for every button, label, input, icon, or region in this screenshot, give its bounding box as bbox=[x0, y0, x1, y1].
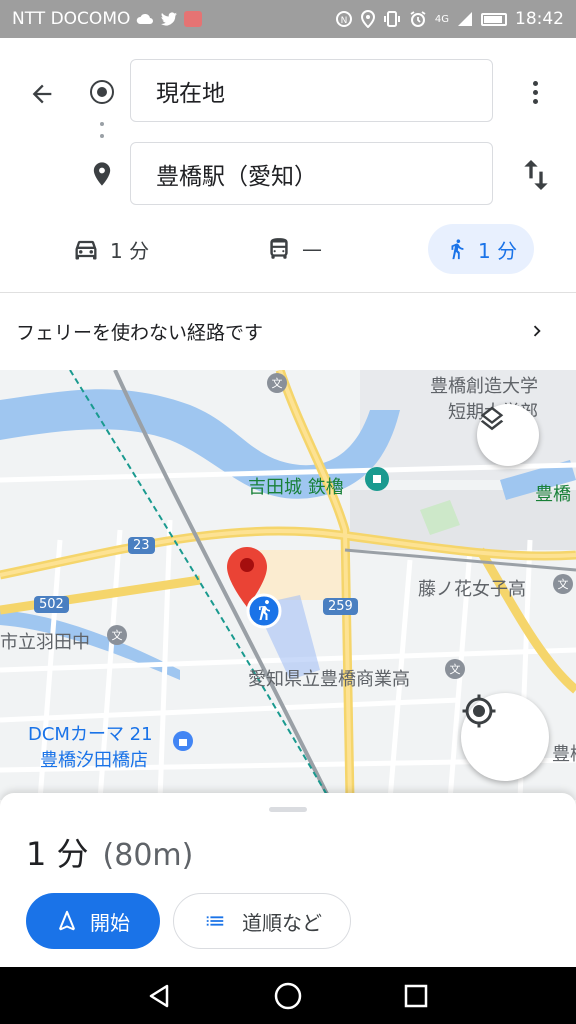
duration-text: 1 分 bbox=[26, 835, 89, 873]
road-shield-259: 259 bbox=[323, 598, 358, 615]
square-recents-icon bbox=[404, 984, 428, 1008]
steps-label: 道順など bbox=[242, 910, 322, 935]
school-poi-icon-2: 文 bbox=[107, 625, 127, 645]
mode-transit-time: — bbox=[302, 237, 322, 261]
svg-text:文: 文 bbox=[558, 577, 569, 591]
network-label: 4G bbox=[434, 13, 449, 25]
travel-modes: 1 分 — 1 分 bbox=[0, 220, 576, 276]
signal-icon bbox=[458, 12, 472, 26]
nfc-icon: N bbox=[335, 11, 352, 27]
map-label-girls-high: 藤ノ花女子高 bbox=[418, 579, 526, 600]
map-label-toyohashi-right: 豊橋 bbox=[535, 484, 571, 505]
nav-recents-button[interactable] bbox=[399, 979, 433, 1013]
distance-text: (80m) bbox=[102, 838, 194, 873]
map-label-dcm2: 豊橋汐田橋店 bbox=[40, 750, 148, 771]
walk-icon bbox=[451, 239, 464, 260]
mail-app-icon bbox=[184, 11, 203, 27]
layers-button[interactable] bbox=[477, 404, 539, 466]
cloud-icon bbox=[137, 13, 154, 24]
battery-icon bbox=[481, 12, 507, 26]
start-navigation-button[interactable]: 開始 bbox=[26, 893, 160, 949]
layers-icon bbox=[480, 406, 504, 431]
map-label-commercial-high: 愛知県立豊橋商業高 bbox=[248, 669, 410, 690]
mode-transit-tab[interactable]: — bbox=[266, 224, 322, 274]
map-label-castle: 吉田城 鉄櫓 bbox=[248, 477, 344, 498]
school-poi-icon-3: 文 bbox=[445, 659, 465, 679]
vibrate-icon bbox=[383, 11, 400, 27]
start-label: 開始 bbox=[90, 910, 130, 935]
navigation-arrow-icon bbox=[59, 910, 75, 931]
origin-marker-icon bbox=[90, 80, 114, 104]
swap-icon[interactable] bbox=[516, 155, 556, 195]
mode-car-tab[interactable]: 1 分 bbox=[72, 224, 149, 274]
route-summary-sheet: 1 分 (80m) 開始 道順など bbox=[0, 793, 576, 967]
destination-field[interactable]: 豊橋駅（愛知） bbox=[130, 142, 493, 205]
more-options-button[interactable] bbox=[515, 72, 555, 112]
school-poi-icon: 文 bbox=[267, 373, 287, 393]
crosshair-icon bbox=[462, 694, 496, 728]
map-label-dcm1: DCMカーマ 21 bbox=[28, 724, 153, 745]
mode-car-time: 1 分 bbox=[110, 238, 150, 263]
system-nav-bar bbox=[0, 967, 576, 1024]
my-location-button[interactable] bbox=[461, 693, 549, 781]
chevron-right-icon bbox=[533, 325, 541, 337]
alarm-icon bbox=[410, 11, 426, 27]
clock-time: 18:42 bbox=[515, 9, 564, 29]
svg-text:文: 文 bbox=[272, 376, 283, 390]
triangle-back-icon bbox=[149, 984, 169, 1008]
nav-back-button[interactable] bbox=[142, 979, 176, 1013]
map-label-university: 豊橋創造大学 bbox=[430, 376, 538, 397]
carrier-label: NTT DOCOMO bbox=[12, 9, 131, 29]
location-icon bbox=[360, 10, 375, 28]
current-location-walker-icon bbox=[246, 593, 282, 629]
map-view[interactable]: 豊橋創造大学 短期大学部 吉田城 鉄櫓 豊橋 藤ノ花女子高 市立羽田中 愛知県立… bbox=[0, 370, 576, 800]
school-poi-icon-4: 文 bbox=[553, 574, 573, 594]
destination-text: 豊橋駅（愛知） bbox=[156, 163, 317, 190]
shop-poi-icon bbox=[173, 731, 193, 751]
list-icon bbox=[206, 916, 224, 926]
twitter-icon bbox=[161, 12, 178, 26]
mode-walk-time: 1 分 bbox=[478, 238, 518, 263]
ferry-notice-row[interactable]: フェリーを使わない経路です bbox=[0, 292, 576, 370]
circle-home-icon bbox=[274, 982, 302, 1010]
map-label-toyohashi-right2: 豊橋 bbox=[552, 744, 576, 765]
ferry-notice-text: フェリーを使わない経路です bbox=[16, 322, 264, 344]
status-bar: NTT DOCOMO N 4G 18:42 bbox=[0, 0, 576, 38]
castle-poi-icon bbox=[365, 467, 389, 491]
route-dots bbox=[100, 122, 104, 146]
mode-walk-tab[interactable]: 1 分 bbox=[428, 224, 534, 274]
directions-panel: 現在地 豊橋駅（愛知） 1 分 — 1 分 bbox=[0, 38, 576, 292]
back-button[interactable] bbox=[22, 74, 62, 114]
origin-text: 現在地 bbox=[156, 80, 225, 107]
svg-text:文: 文 bbox=[112, 628, 123, 642]
arrow-back-icon bbox=[32, 84, 52, 104]
sheet-drag-handle[interactable] bbox=[269, 807, 307, 812]
map-label-school-left: 市立羽田中 bbox=[0, 632, 90, 653]
nav-home-button[interactable] bbox=[271, 979, 305, 1013]
origin-field[interactable]: 現在地 bbox=[130, 59, 493, 122]
svg-text:N: N bbox=[341, 16, 348, 26]
steps-button[interactable]: 道順など bbox=[173, 893, 351, 949]
destination-pin-icon bbox=[93, 162, 111, 186]
road-shield-502: 502 bbox=[34, 596, 69, 613]
road-shield-23: 23 bbox=[128, 537, 155, 554]
bus-icon bbox=[270, 238, 288, 259]
car-icon bbox=[75, 240, 97, 260]
route-duration: 1 分 (80m) bbox=[26, 829, 193, 875]
svg-text:文: 文 bbox=[450, 662, 461, 676]
